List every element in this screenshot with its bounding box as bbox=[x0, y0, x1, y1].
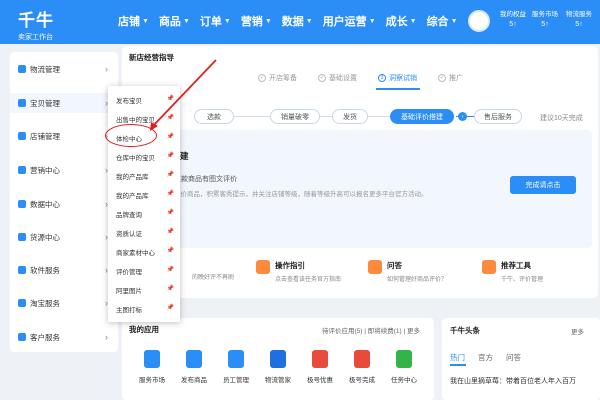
annotation-arrow bbox=[150, 59, 217, 131]
